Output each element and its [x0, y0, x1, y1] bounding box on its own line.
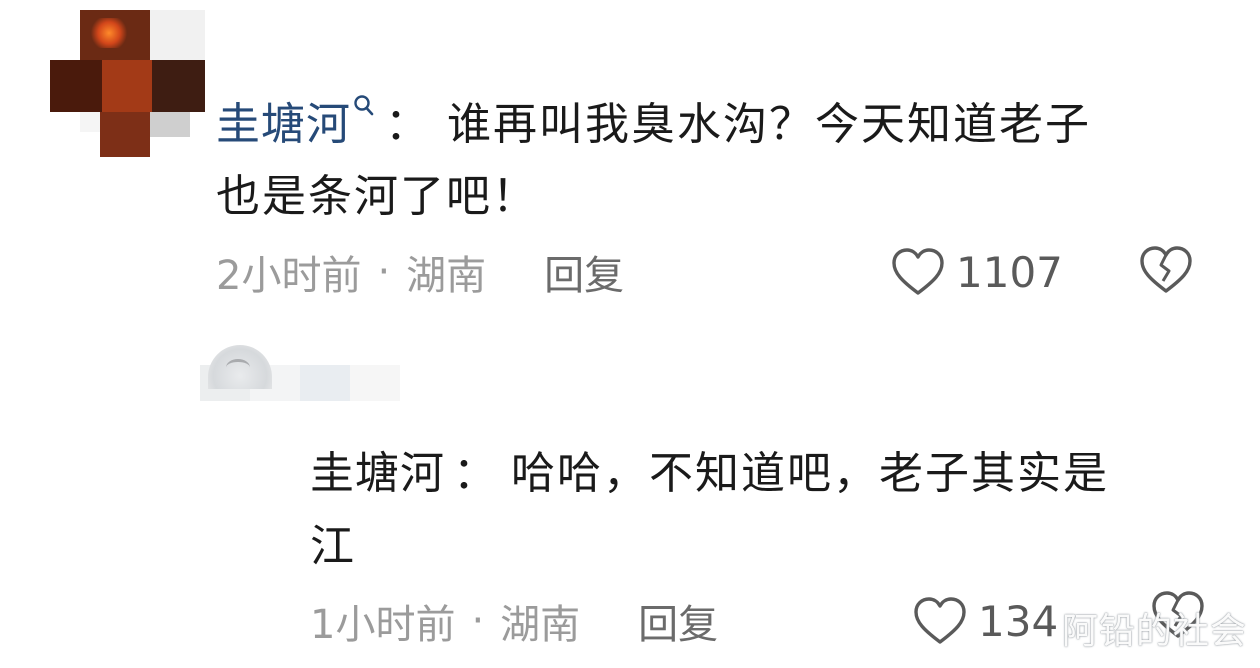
comment-2-line-2: 江 — [310, 510, 356, 574]
comment-1-like-count: 1107 — [956, 247, 1063, 297]
comment-1-line-2: 也是条河了吧！ — [216, 160, 538, 224]
comment-2-text-line-1: 哈哈，不知道吧，老子其实是 — [511, 448, 1109, 499]
comment-1-text-line-1: 谁再叫我臭水沟？今天知道老子 — [447, 99, 1091, 150]
comment-2-colon: ： — [453, 448, 497, 499]
comment-2-line-1: 圭塘河 ： 哈哈，不知道吧，老子其实是 — [310, 437, 1109, 501]
watermark: 阿铅的社会 — [1062, 611, 1248, 652]
comment-1-colon: ： — [385, 99, 429, 150]
avatar-pixel — [152, 60, 205, 112]
avatar-pixel — [150, 10, 205, 60]
comment-2-time: 1小时前 — [310, 602, 456, 648]
avatar-pixel — [226, 359, 250, 376]
comment-1-username[interactable]: 圭塘河 — [216, 88, 351, 152]
avatar-pixel — [80, 112, 100, 132]
heart-icon — [892, 248, 944, 295]
comment-2-reply-button[interactable]: 回复 — [638, 592, 718, 650]
comment-1-line-1: 圭塘河 ： 谁再叫我臭水沟？今天知道老子 — [216, 88, 1091, 152]
comment-1-location: 湖南 — [406, 253, 487, 299]
comment-1-meta: 2小时前 · 湖南 回复 — [216, 245, 624, 299]
avatar-commenter-1[interactable] — [50, 10, 205, 157]
comment-1-dislike-button[interactable] — [1138, 245, 1194, 299]
comment-1-like-button[interactable]: 1107 — [890, 245, 1063, 299]
broken-heart-icon — [1140, 246, 1192, 293]
comment-1-text-line-2: 也是条河了吧！ — [216, 171, 538, 222]
comment-1-separator: · — [377, 249, 391, 295]
avatar-pixel — [300, 365, 350, 401]
search-icon[interactable] — [353, 94, 375, 124]
avatar-commenter-2[interactable] — [200, 345, 400, 401]
comment-2-like-button[interactable]: 134 — [912, 594, 1058, 648]
avatar-pixel — [90, 18, 128, 48]
comment-2-location: 湖南 — [500, 602, 581, 648]
avatar-pixel — [102, 60, 152, 112]
comment-2-like-count: 134 — [978, 596, 1059, 646]
comment-2-username[interactable]: 圭塘河 — [310, 437, 445, 501]
heart-icon — [914, 597, 966, 644]
comment-1-reply-button[interactable]: 回复 — [544, 243, 624, 301]
comment-2-text-line-2: 江 — [310, 521, 356, 572]
comment-2-meta: 1小时前 · 湖南 回复 — [310, 594, 718, 648]
comment-2-separator: · — [471, 598, 485, 644]
avatar-pixel — [150, 112, 190, 137]
avatar-pixel — [50, 60, 102, 112]
comment-1-time: 2小时前 — [216, 253, 362, 299]
avatar-pixel — [350, 365, 400, 401]
avatar-pixel — [100, 112, 150, 157]
